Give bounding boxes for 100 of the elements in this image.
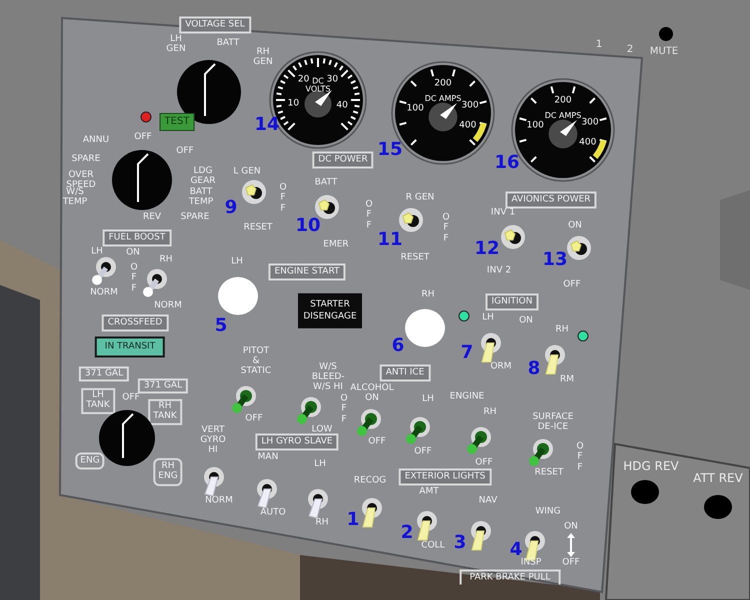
panel-label: SPARE xyxy=(72,155,100,165)
callout-number: 8 xyxy=(528,360,540,378)
panel-label: OFF xyxy=(122,394,140,402)
section-title: IGNITION xyxy=(486,294,538,310)
marker-label: 2 xyxy=(626,45,634,55)
panel-label: OFF xyxy=(414,448,432,456)
gauge-scale-label: 200 xyxy=(554,96,572,106)
gauge-scale-label: 300 xyxy=(461,101,479,110)
gauge-scale-label: 100 xyxy=(526,122,544,131)
panel-label: ON xyxy=(568,222,582,230)
park-brake-label: PARK BRAKE PULL xyxy=(460,570,560,584)
panel-label: NORM xyxy=(90,288,118,298)
panel-label: ORM xyxy=(490,362,512,372)
panel-label: ENGINE xyxy=(450,392,484,402)
panel-label: NORM xyxy=(205,496,233,506)
panel-label: INV 1 xyxy=(490,208,516,218)
panel-label: EMER xyxy=(323,240,349,250)
hdg-rev-label: HDG REV xyxy=(623,460,679,472)
panel-label: LH xyxy=(231,258,243,266)
panel-label: OFF xyxy=(563,280,581,290)
panel-label: R GEN xyxy=(406,194,434,202)
vertical-label: OFF xyxy=(340,393,348,425)
vertical-label: OFF xyxy=(278,182,288,214)
vertical-label: OFF xyxy=(442,212,450,244)
section-title: FUEL BOOST xyxy=(102,230,172,246)
callout-number: 15 xyxy=(377,141,403,159)
panel-label: AUTO xyxy=(260,508,286,518)
panel-label: OFF xyxy=(176,147,194,157)
vertical-label: OFF xyxy=(130,262,138,294)
callout-number: 3 xyxy=(454,534,466,552)
callout-number: 5 xyxy=(214,317,228,335)
callout-number: 7 xyxy=(460,344,474,362)
callout-number: 14 xyxy=(254,116,280,134)
panel-label: BATT xyxy=(216,39,240,49)
fuel-quantity: 371 GAL xyxy=(138,378,188,394)
panel-label: INSP xyxy=(520,558,542,568)
engine-label: RH ENG xyxy=(153,458,183,486)
panel-label: LOW xyxy=(312,426,332,434)
marker-label: 1 xyxy=(596,40,602,50)
panel-label: RH xyxy=(483,408,497,418)
callout-number: 16 xyxy=(494,154,520,172)
panel-label: L GEN xyxy=(233,168,261,176)
gauge-scale-label: 400 xyxy=(459,122,476,131)
panel-label: ALCOHOL ON xyxy=(350,384,394,404)
gauge-scale-label: 30 xyxy=(326,75,338,84)
mute-label: MUTE xyxy=(650,47,678,57)
callout-number: 10 xyxy=(295,217,321,235)
panel-label: RH GEN xyxy=(253,48,273,68)
gauge-scale-label: 400 xyxy=(579,138,596,148)
panel-label: NORM xyxy=(154,302,182,310)
panel-label: WING xyxy=(535,508,561,516)
starter-disengage-button[interactable]: STARTER DISENGAGE xyxy=(298,293,362,329)
panel-label: LDG GEAR xyxy=(190,167,216,187)
panel-label: RH xyxy=(555,326,569,334)
panel-label: REV xyxy=(142,213,162,223)
panel-label: ON xyxy=(519,316,533,326)
section-title: ENGINE START xyxy=(268,264,346,280)
callout-number: 4 xyxy=(510,541,522,559)
panel-label: RH xyxy=(315,518,329,528)
panel-label: LH xyxy=(482,314,494,322)
panel-label: BATT xyxy=(314,178,338,188)
panel-label: MAN xyxy=(258,453,278,463)
section-title: CROSSFEED xyxy=(102,314,168,332)
panel-label: VERT GYRO HI xyxy=(200,426,226,456)
panel-label: RECOG xyxy=(354,476,386,486)
section-title: LH GYRO SLAVE xyxy=(255,434,339,450)
panel-label: RH xyxy=(159,256,173,264)
fuel-quantity: 371 GAL xyxy=(78,366,130,382)
gauge-scale-label: 300 xyxy=(581,118,599,128)
gauge-title: DC AMPS xyxy=(544,112,582,120)
panel-label: OFF xyxy=(475,458,493,468)
section-title: EXTERIOR LIGHTS xyxy=(398,468,492,486)
section-title: DC POWER xyxy=(312,152,374,168)
panel-label: NAV xyxy=(478,496,498,506)
panel-label: COLL xyxy=(421,542,445,550)
panel-label: AMT xyxy=(419,488,439,496)
callout-number: 2 xyxy=(400,524,414,542)
test-button[interactable]: TEST xyxy=(160,113,194,131)
att-rev-label: ATT REV xyxy=(693,472,743,484)
panel-label: LH xyxy=(314,460,326,470)
panel-label: W/S TEMP xyxy=(62,188,88,208)
panel-label: SURFACE DE-ICE xyxy=(532,413,574,433)
gauge-title: DC AMPS xyxy=(424,95,462,103)
panel-label: RH xyxy=(421,290,435,300)
panel-label: ON xyxy=(126,248,140,258)
panel-label: W/S BLEED-W/S HI xyxy=(312,363,344,393)
panel-label: BATT TEMP xyxy=(188,188,214,208)
panel-label: LH xyxy=(422,395,434,405)
panel-label: RESET xyxy=(534,468,564,478)
panel-label: LH GEN xyxy=(166,35,186,55)
panel-label: ON xyxy=(564,522,578,532)
panel-label: LH xyxy=(91,248,103,256)
vertical-label: OFF xyxy=(576,441,584,473)
callout-number: 1 xyxy=(346,511,360,529)
panel-label: PITOT & STATIC xyxy=(240,347,272,377)
gauge-scale-label: 10 xyxy=(288,100,300,109)
gauge-scale-label: 20 xyxy=(298,75,310,84)
section-title: ANTI ICE xyxy=(380,364,430,382)
panel-label: OFF xyxy=(245,414,263,424)
panel-label: INV 2 xyxy=(486,266,512,276)
